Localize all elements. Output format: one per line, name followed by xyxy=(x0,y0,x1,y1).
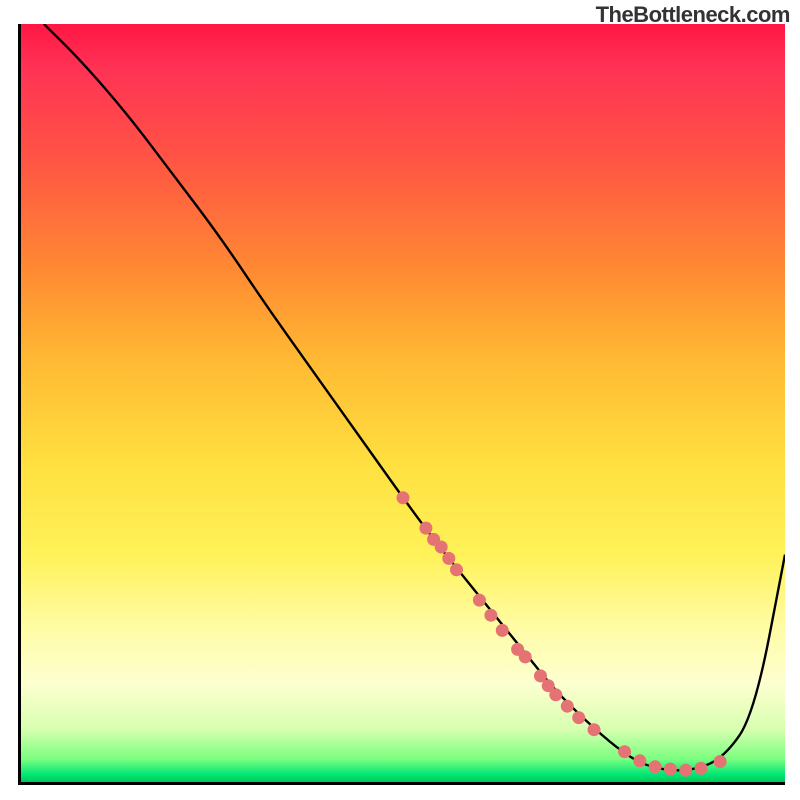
scatter-point xyxy=(419,522,432,535)
scatter-point xyxy=(484,609,497,622)
scatter-point xyxy=(397,491,410,504)
scatter-point xyxy=(442,552,455,565)
watermark-text: TheBottleneck.com xyxy=(596,2,790,28)
scatter-point xyxy=(549,688,562,701)
scatter-point xyxy=(649,760,662,773)
scatter-points xyxy=(397,491,727,777)
scatter-point xyxy=(473,594,486,607)
scatter-point xyxy=(572,711,585,724)
curve-line xyxy=(44,24,785,770)
scatter-point xyxy=(519,650,532,663)
scatter-point xyxy=(588,723,601,736)
chart-container: TheBottleneck.com xyxy=(0,0,800,800)
scatter-point xyxy=(664,763,677,776)
scatter-point xyxy=(633,754,646,767)
chart-overlay xyxy=(21,24,785,782)
plot-area xyxy=(18,24,785,785)
scatter-point xyxy=(618,745,631,758)
scatter-point xyxy=(496,624,509,637)
scatter-point xyxy=(695,762,708,775)
scatter-point xyxy=(450,563,463,576)
scatter-point xyxy=(435,541,448,554)
scatter-point xyxy=(561,700,574,713)
scatter-point xyxy=(679,764,692,777)
scatter-point xyxy=(714,755,727,768)
